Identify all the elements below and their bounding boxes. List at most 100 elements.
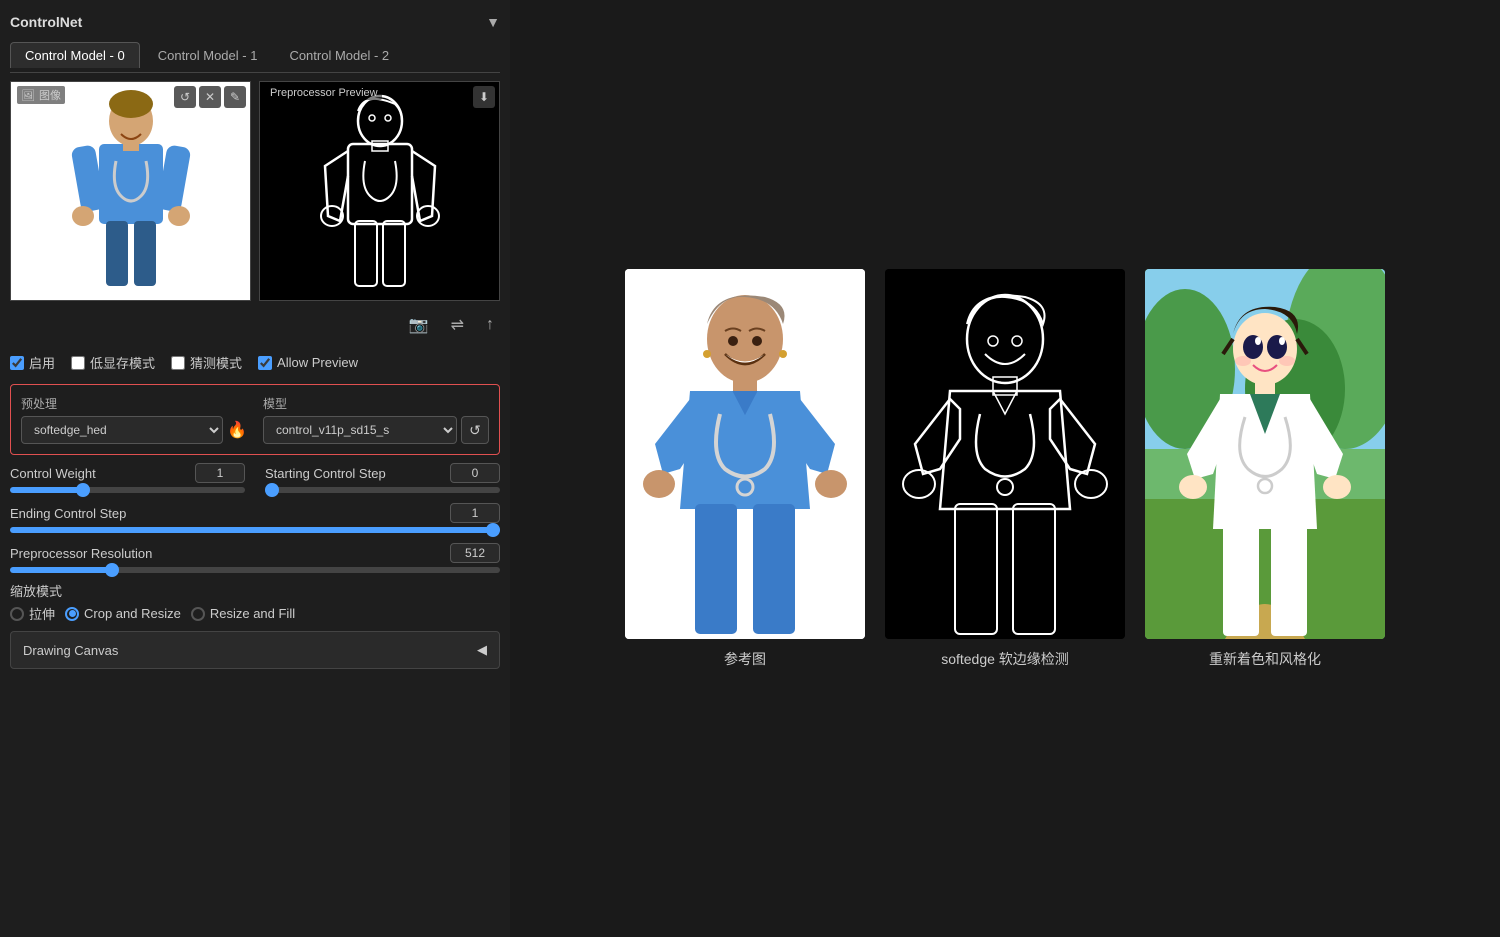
drawing-canvas-arrow: ◀: [477, 642, 487, 658]
starting-step-slider[interactable]: [265, 487, 500, 493]
control-weight-slider[interactable]: [10, 487, 245, 493]
gallery-item-1: 参考图: [625, 269, 865, 669]
preprocessor-preview-image: [260, 82, 499, 300]
model-select-row: control_v11p_sd15_s ↺: [263, 416, 489, 444]
starting-step-col: Starting Control Step 0: [265, 463, 500, 493]
sliders-section: Control Weight 1 Starting Control Step 0: [10, 463, 500, 573]
ending-step-row: Ending Control Step 1: [10, 503, 500, 533]
enable-checkbox-item[interactable]: 启用: [10, 353, 55, 372]
images-row: 🖼 图像 ↺ ✕ ✎: [10, 81, 500, 301]
starting-step-label: Starting Control Step: [265, 466, 386, 481]
ending-step-header: Ending Control Step 1: [10, 503, 500, 523]
preprocessor-res-row: Preprocessor Resolution 512: [10, 543, 500, 573]
radio-fill-circle: [191, 607, 205, 621]
preprocessor-res-header: Preprocessor Resolution 512: [10, 543, 500, 563]
guess-mode-checkbox-item[interactable]: 猜测模式: [171, 353, 242, 372]
tools-row: 📷 ⇌ ↑: [10, 309, 500, 341]
model-select[interactable]: control_v11p_sd15_s: [263, 416, 457, 444]
gallery-caption-1: 参考图: [724, 649, 766, 669]
download-preprocessor-btn[interactable]: ⬇: [473, 86, 495, 108]
preprocessor-res-value: 512: [450, 543, 500, 563]
gallery-caption-3: 重新着色和风格化: [1209, 649, 1321, 669]
drawing-canvas-row[interactable]: Drawing Canvas ◀: [10, 631, 500, 669]
radio-fill[interactable]: Resize and Fill: [191, 606, 295, 621]
gallery-row: 参考图: [625, 269, 1385, 669]
edit-image-btn[interactable]: ✎: [224, 86, 246, 108]
reference-photo: [625, 269, 865, 639]
preprocessor-select-row: softedge_hed 🔥: [21, 416, 247, 444]
panel-title: ControlNet: [10, 14, 82, 30]
zoom-mode-radio-group: 拉伸 Crop and Resize Resize and Fill: [10, 604, 500, 623]
preprocessor-image-box[interactable]: Preprocessor Preview ⬇: [259, 81, 500, 301]
radio-crop[interactable]: Crop and Resize: [65, 606, 181, 621]
source-image-controls: ↺ ✕ ✎: [174, 86, 246, 108]
panel-header: ControlNet ▼: [10, 10, 500, 34]
enable-checkbox[interactable]: [10, 356, 24, 370]
dual-slider-row: Control Weight 1 Starting Control Step 0: [10, 463, 500, 493]
model-selection-box: 预处理 softedge_hed 🔥 模型 control_v11p_sd15_…: [10, 384, 500, 455]
model-col: 模型 control_v11p_sd15_s ↺: [263, 395, 489, 444]
softedge-image: [885, 269, 1125, 639]
preprocessor-col: 预处理 softedge_hed 🔥: [21, 395, 247, 444]
preprocessor-image-controls: ⬇: [473, 86, 495, 108]
gallery-item-3: 重新着色和风格化: [1145, 269, 1385, 669]
preprocessor-image-label: Preprocessor Preview: [266, 86, 382, 100]
outline-figure-svg: [310, 86, 450, 296]
guess-mode-checkbox[interactable]: [171, 356, 185, 370]
radio-stretch-circle: [10, 607, 24, 621]
left-panel: ControlNet ▼ Control Model - 0 Control M…: [0, 0, 510, 937]
preprocessor-res-slider[interactable]: [10, 567, 500, 573]
low-vram-checkbox[interactable]: [71, 356, 85, 370]
preprocessor-res-label: Preprocessor Resolution: [10, 546, 152, 561]
reference-photo-svg: [625, 269, 865, 639]
model-label: 模型: [263, 395, 489, 412]
gallery-image-2: [885, 269, 1125, 639]
refresh-image-btn[interactable]: ↺: [174, 86, 196, 108]
preprocessor-select[interactable]: softedge_hed: [21, 416, 223, 444]
tabs-row: Control Model - 0 Control Model - 1 Cont…: [10, 42, 500, 73]
camera-tool-btn[interactable]: 📷: [403, 313, 435, 337]
model-refresh-btn[interactable]: ↺: [461, 416, 489, 444]
gallery-item-2: softedge 软边缘检测: [885, 269, 1125, 669]
anime-image: [1145, 269, 1385, 639]
control-weight-header: Control Weight 1: [10, 463, 245, 483]
checkboxes-row: 启用 低显存模式 猜测模式 Allow Preview: [10, 349, 500, 376]
preprocessor-label: 预处理: [21, 395, 247, 412]
gallery-image-1: [625, 269, 865, 639]
model-row: 预处理 softedge_hed 🔥 模型 control_v11p_sd15_…: [21, 395, 489, 444]
upload-tool-btn[interactable]: ↑: [480, 313, 500, 337]
nurse-figure-svg: [61, 86, 201, 296]
control-weight-value: 1: [195, 463, 245, 483]
source-image-label: 🖼 图像: [17, 86, 65, 104]
radio-crop-circle: [65, 607, 79, 621]
gallery-caption-2: softedge 软边缘检测: [941, 649, 1069, 669]
anime-svg: [1145, 269, 1385, 639]
low-vram-checkbox-item[interactable]: 低显存模式: [71, 353, 155, 372]
preprocessor-fire-btn[interactable]: 🔥: [227, 420, 247, 440]
drawing-canvas-label: Drawing Canvas: [23, 643, 118, 658]
image-icon: 🖼: [21, 89, 35, 102]
source-image-box[interactable]: 🖼 图像 ↺ ✕ ✎: [10, 81, 251, 301]
ending-step-slider[interactable]: [10, 527, 500, 533]
right-panel: 参考图: [510, 0, 1500, 937]
zoom-mode-label: 缩放模式: [10, 581, 500, 600]
tab-control-model-2[interactable]: Control Model - 2: [275, 42, 403, 68]
gallery-image-3: [1145, 269, 1385, 639]
zoom-mode-section: 缩放模式 拉伸 Crop and Resize Resize and Fill: [10, 581, 500, 623]
swap-tool-btn[interactable]: ⇌: [445, 313, 470, 337]
ending-step-label: Ending Control Step: [10, 506, 126, 521]
control-weight-col: Control Weight 1: [10, 463, 245, 493]
allow-preview-checkbox-item[interactable]: Allow Preview: [258, 355, 358, 370]
starting-step-header: Starting Control Step 0: [265, 463, 500, 483]
ending-step-value: 1: [450, 503, 500, 523]
tab-control-model-1[interactable]: Control Model - 1: [144, 42, 272, 68]
radio-stretch[interactable]: 拉伸: [10, 604, 55, 623]
close-image-btn[interactable]: ✕: [199, 86, 221, 108]
softedge-svg: [885, 269, 1125, 639]
allow-preview-checkbox[interactable]: [258, 356, 272, 370]
tab-control-model-0[interactable]: Control Model - 0: [10, 42, 140, 68]
starting-step-value: 0: [450, 463, 500, 483]
panel-collapse-arrow[interactable]: ▼: [486, 14, 500, 30]
nurse-source-image: [11, 82, 250, 300]
control-weight-label: Control Weight: [10, 466, 96, 481]
